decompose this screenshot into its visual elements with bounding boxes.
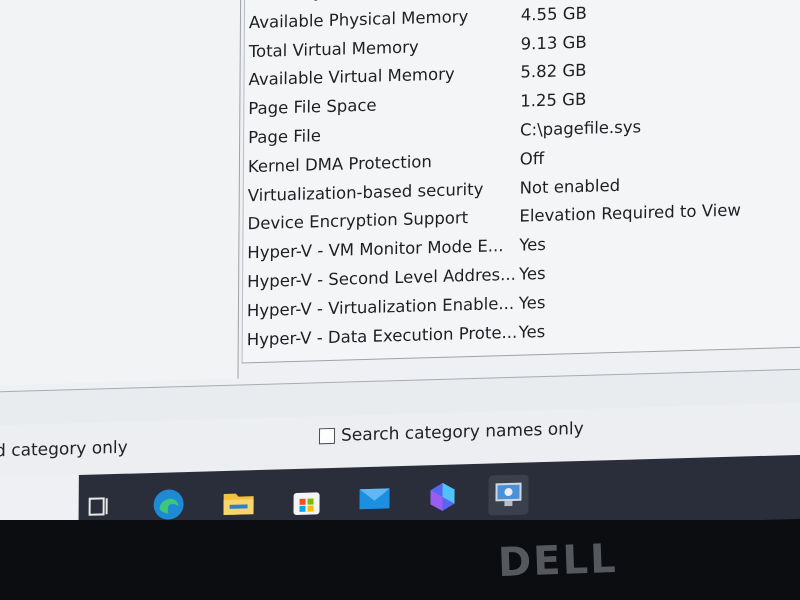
store-icon[interactable] xyxy=(286,480,326,521)
item-value: C:\pagefile.sys xyxy=(519,117,642,140)
item-value: 1.25 GB xyxy=(520,89,587,111)
item-name: Available Physical Memory xyxy=(248,6,469,32)
details-list-pane[interactable]: Total Physical Memory7.88 GBAvailable Ph… xyxy=(241,0,800,364)
item-name: Hyper-V - Data Execution Prote... xyxy=(246,322,518,349)
item-name: Page File xyxy=(248,126,321,148)
item-value: Yes xyxy=(518,321,546,342)
item-value: Elevation Required to View xyxy=(519,200,741,227)
copilot-icon[interactable] xyxy=(422,476,462,517)
item-name: Kernel DMA Protection xyxy=(247,151,432,177)
item-name: Total Physical Memory xyxy=(249,0,432,3)
item-value: 4.55 GB xyxy=(520,3,587,25)
item-value: Yes xyxy=(519,235,546,255)
monitor-screen: Total Physical Memory7.88 GBAvailable Ph… xyxy=(0,0,800,540)
item-name: Total Virtual Memory xyxy=(248,36,419,61)
edge-icon[interactable] xyxy=(148,484,188,525)
item-name: Hyper-V - Virtualization Enable... xyxy=(246,293,515,321)
item-name: Hyper-V - Second Level Addres... xyxy=(247,264,516,292)
item-value: 5.82 GB xyxy=(520,61,587,82)
item-value: Not enabled xyxy=(519,175,621,198)
search-category-names-checkbox[interactable] xyxy=(318,427,336,445)
category-tree-pane[interactable] xyxy=(0,0,242,386)
system-information-icon[interactable] xyxy=(488,474,529,516)
laptop-bezel xyxy=(0,520,800,600)
item-name: Page File Space xyxy=(248,95,377,119)
item-name: Available Virtual Memory xyxy=(248,64,455,90)
dell-logo: DELL xyxy=(497,535,619,587)
selected-category-only-label[interactable]: d category only xyxy=(0,438,128,462)
mail-icon[interactable] xyxy=(354,478,394,519)
search-category-names-option[interactable]: Search category names only xyxy=(318,419,584,446)
item-value: 9.13 GB xyxy=(520,32,587,54)
item-name: Virtualization-based security xyxy=(247,179,484,205)
item-name: Hyper-V - VM Monitor Mode E... xyxy=(247,236,504,263)
item-value: Yes xyxy=(518,292,546,313)
item-name: Device Encryption Support xyxy=(247,208,469,234)
item-value: Off xyxy=(519,148,545,169)
file-explorer-icon[interactable] xyxy=(218,482,258,523)
item-value: Yes xyxy=(518,263,546,284)
search-category-names-label[interactable]: Search category names only xyxy=(341,419,584,446)
